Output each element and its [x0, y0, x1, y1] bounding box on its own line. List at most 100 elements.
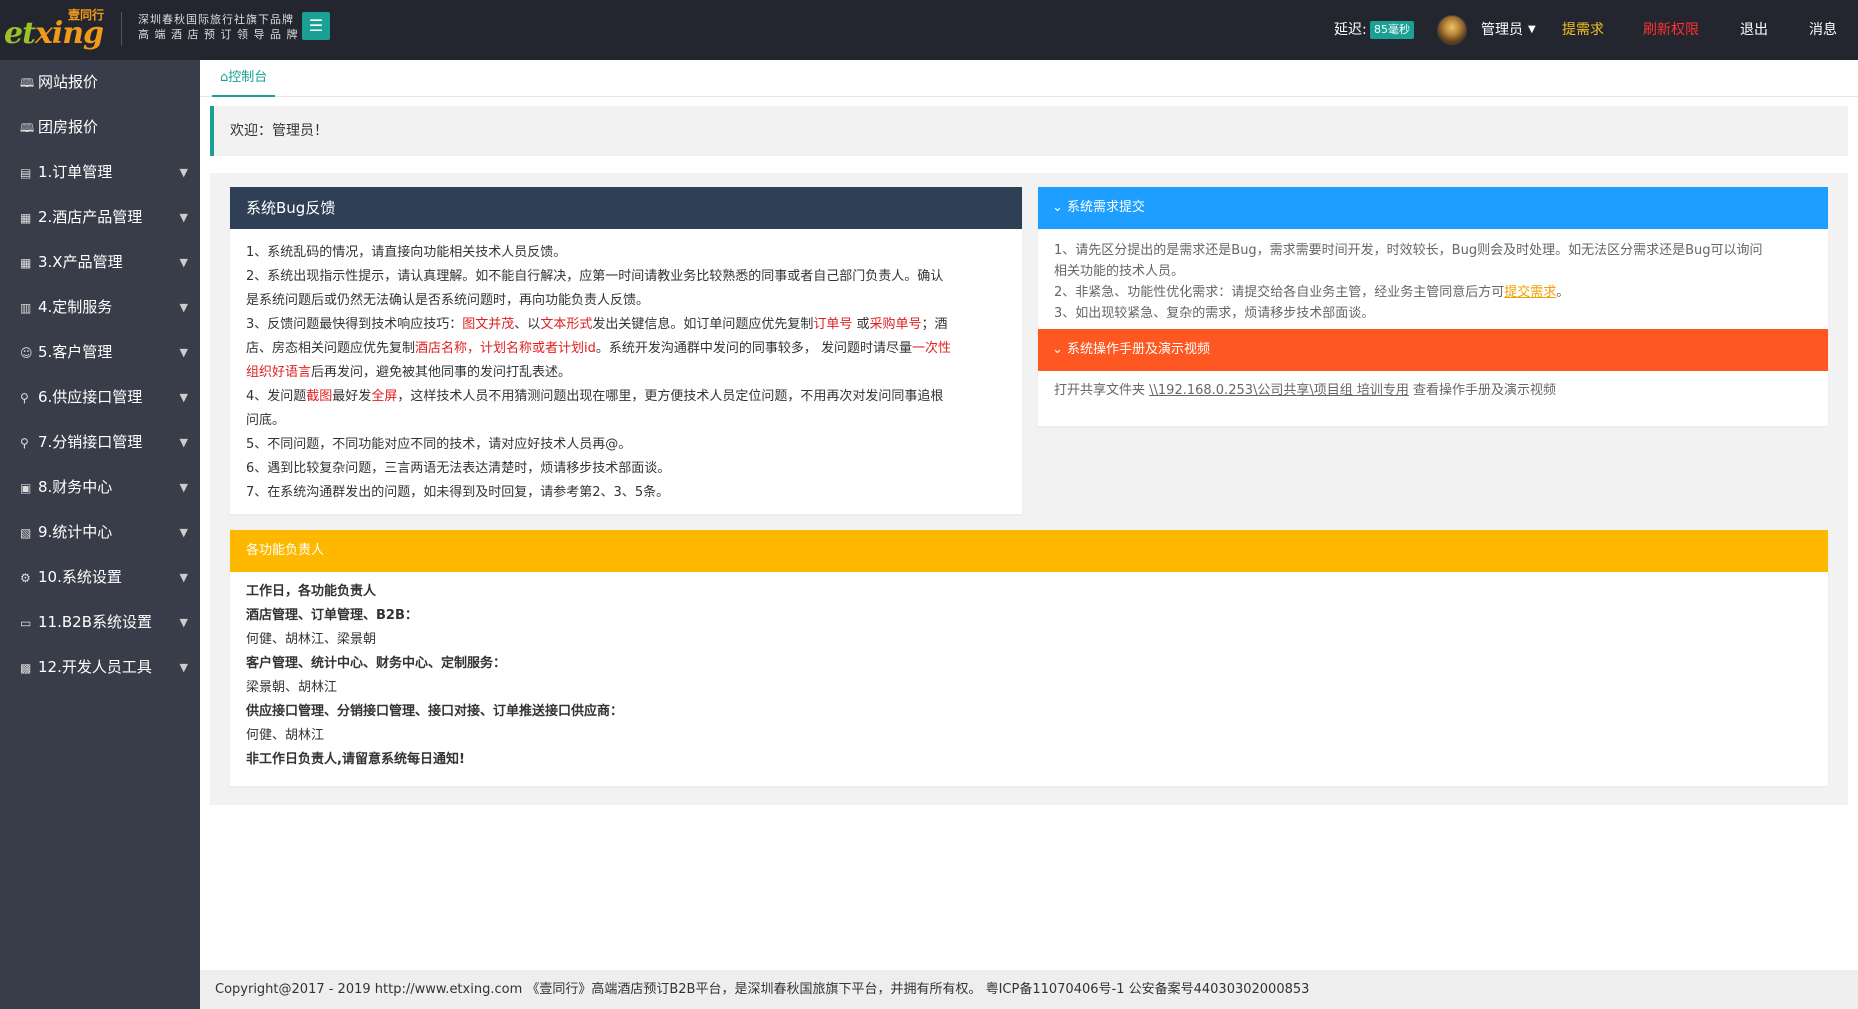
chevron-down-icon: ⌄ — [1052, 342, 1063, 357]
text-line: 客户管理、统计中心、财务中心、定制服务： — [246, 656, 507, 671]
card-body: 1、请先区分提出的是需求还是Bug，需求需要时间开发，时效较长，Bug则会及时处… — [1038, 229, 1828, 329]
book-icon: 🕮 — [20, 121, 35, 135]
caret-down-icon: ▼ — [179, 526, 188, 539]
text-line: 非工作日负责人,请留意系统每日通知! — [246, 752, 465, 767]
sidebar-item-label: 网站报价 — [38, 73, 99, 91]
manual-card-header[interactable]: ⌄ 系统操作手册及演示视频 — [1038, 329, 1828, 371]
logo-chinese-name: 壹同行 — [68, 8, 105, 22]
submit-request-inline-link[interactable]: 提交需求 — [1504, 285, 1556, 300]
card-body: 1、系统乱码的情况，请直接向功能相关技术人员反馈。 2、系统出现指示性提示，请认… — [230, 229, 1022, 517]
card-title: 系统需求提交 — [1067, 200, 1146, 215]
submit-request-link[interactable]: 提需求 — [1562, 0, 1604, 60]
shared-folder-path[interactable]: \\192.168.0.253\公司共享\项目组 培训专用 — [1149, 383, 1409, 398]
sidebar-item-x-product-management[interactable]: ▦ 3.X产品管理 ▼ — [0, 240, 200, 285]
chevron-down-icon: ⌄ — [1052, 200, 1063, 215]
text-line: 5、不同问题，不同功能对应不同的技术，请对应好技术人员再@。 — [246, 437, 632, 452]
text-line: 是系统问题后或仍然无法确认是否系统问题时，再向功能负责人反馈。 — [246, 293, 650, 308]
text-line: 3、如出现较紧急、复杂的需求，烦请移步技术部面谈。 — [1054, 306, 1375, 321]
caret-down-icon: ▼ — [179, 661, 188, 674]
text-line: 店、房态相关问题应优先复制酒店名称，计划名称或者计划id。系统开发沟通群中发问的… — [246, 341, 952, 356]
chart-icon: ▧ — [20, 526, 32, 540]
text-line: 问底。 — [246, 413, 286, 428]
text-line: 1、系统乱码的情况，请直接向功能相关技术人员反馈。 — [246, 245, 567, 260]
sidebar-item-website-quote[interactable]: 🕮 网站报价 — [0, 60, 200, 105]
requirement-card-header[interactable]: ⌄ 系统需求提交 — [1038, 187, 1828, 229]
sidebar-item-distribution-interface[interactable]: ⚲ 7.分销接口管理 ▼ — [0, 420, 200, 465]
sidebar-item-label: 12.开发人员工具 — [38, 658, 152, 676]
caret-down-icon: ▼ — [179, 391, 188, 404]
messages-link[interactable]: 消息 — [1809, 0, 1837, 60]
sidebar-item-label: 1.订单管理 — [38, 163, 113, 181]
sidebar-item-system-settings[interactable]: ⚙ 10.系统设置 ▼ — [0, 555, 200, 600]
caret-down-icon: ▼ — [179, 481, 188, 494]
avatar[interactable] — [1437, 15, 1467, 45]
card-title: 系统操作手册及演示视频 — [1067, 342, 1211, 357]
admin-user-menu[interactable]: 管理员 — [1481, 0, 1523, 60]
logo-divider — [121, 12, 122, 46]
sidebar-item-statistics-center[interactable]: ▧ 9.统计中心 ▼ — [0, 510, 200, 555]
document-icon: ▤ — [20, 166, 32, 180]
card-body: 打开共享文件夹 \\192.168.0.253\公司共享\项目组 培训专用 查看… — [1054, 383, 1557, 398]
text-line: 1、请先区分提出的是需求还是Bug，需求需要时间开发，时效较长，Bug则会及时处… — [1054, 243, 1763, 258]
sidebar-item-label: 6.供应接口管理 — [38, 388, 143, 406]
sidebar-item-label: 9.统计中心 — [38, 523, 113, 541]
text-line: 7、在系统沟通群发出的问题，如未得到及时回复，请参考第2、3、5条。 — [246, 485, 670, 500]
welcome-banner: 欢迎：管理员！ — [210, 106, 1848, 156]
responsible-persons-card: 各功能负责人 工作日，各功能负责人 酒店管理、订单管理、B2B： 何健、胡林江、… — [230, 530, 1828, 786]
sidebar-item-hotel-product-management[interactable]: ▦ 2.酒店产品管理 ▼ — [0, 195, 200, 240]
sidebar-item-label: 8.财务中心 — [38, 478, 113, 496]
cube-icon: ▦ — [20, 211, 32, 225]
sidebar-item-order-management[interactable]: ▤ 1.订单管理 ▼ — [0, 150, 200, 195]
latency-label: 延迟: — [1334, 22, 1367, 38]
sidebar-item-label: 3.X产品管理 — [38, 253, 123, 271]
caret-down-icon: ▼ — [179, 211, 188, 224]
sidebar-item-label: 11.B2B系统设置 — [38, 613, 152, 631]
users-icon: ☺ — [20, 346, 33, 360]
caret-down-icon: ▼ — [179, 571, 188, 584]
brand-tagline-line2: 高 端 酒 店 预 订 领 导 品 牌 — [138, 28, 299, 41]
sidebar-item-supply-interface[interactable]: ⚲ 6.供应接口管理 ▼ — [0, 375, 200, 420]
sidebar-item-customer-management[interactable]: ☺ 5.客户管理 ▼ — [0, 330, 200, 375]
caret-down-icon: ▼ — [179, 256, 188, 269]
text-line: 2、非紧急、功能性优化需求：请提交给各自业务主管，经业务主管同意后方可提交需求。 — [1054, 285, 1570, 300]
dashboard-panels: 系统Bug反馈 1、系统乱码的情况，请直接向功能相关技术人员反馈。 2、系统出现… — [210, 173, 1848, 805]
book-icon: 🕮 — [20, 76, 35, 90]
text-line: 4、发问题截图最好发全屏，这样技术人员不用猜测问题出现在哪里，更方便技术人员定位… — [246, 389, 944, 404]
requirement-card: ⌄ 系统需求提交 1、请先区分提出的是需求还是Bug，需求需要时间开发，时效较长… — [1038, 187, 1828, 426]
refresh-permissions-link[interactable]: 刷新权限 — [1643, 0, 1699, 60]
sidebar-item-developer-tools[interactable]: ▩ 12.开发人员工具 ▼ — [0, 645, 200, 690]
sidebar-item-label: 团房报价 — [38, 118, 99, 136]
text-line: 相关功能的技术人员。 — [1054, 264, 1185, 279]
tab-label: 控制台 — [228, 70, 268, 85]
gear-icon: ⚙ — [20, 571, 31, 585]
sidebar-item-label: 7.分销接口管理 — [38, 433, 143, 451]
text-line: 组织好语言后再发问，避免被其他同事的发问打乱表述。 — [246, 365, 572, 380]
finance-icon: ▣ — [20, 481, 32, 495]
menu-icon: ☰ — [308, 16, 324, 35]
sidebar-item-group-room-quote[interactable]: 🕮 团房报价 — [0, 105, 200, 150]
text-line: 2、系统出现指示性提示，请认真理解。如不能自行解决，应第一时间请教业务比较熟悉的… — [246, 269, 944, 284]
top-navbar: etxing 壹同行 深圳春秋国际旅行社旗下品牌 高 端 酒 店 预 订 领 导… — [0, 0, 1858, 60]
clipboard-icon: ▥ — [20, 301, 32, 315]
sidebar-item-b2b-settings[interactable]: ▭ 11.B2B系统设置 ▼ — [0, 600, 200, 645]
text-line: 何健、胡林江、梁景朝 — [246, 632, 377, 647]
card-body: 工作日，各功能负责人 酒店管理、订单管理、B2B： 何健、胡林江、梁景朝 客户管… — [230, 572, 1828, 784]
caret-down-icon: ▼ — [179, 166, 188, 179]
sidebar-item-label: 10.系统设置 — [38, 568, 122, 586]
brand-tagline-line1: 深圳春秋国际旅行社旗下品牌 — [138, 13, 294, 26]
logout-link[interactable]: 退出 — [1740, 0, 1768, 60]
caret-down-icon[interactable]: ▼ — [1528, 0, 1536, 60]
sidebar-item-custom-service[interactable]: ▥ 4.定制服务 ▼ — [0, 285, 200, 330]
card-title: 系统Bug反馈 — [230, 187, 1022, 229]
monitor-icon: ▭ — [20, 616, 32, 630]
etxing-logo[interactable]: etxing 壹同行 — [0, 2, 110, 58]
text-line: 6、遇到比较复杂问题，三言两语无法表达清楚时，烦请移步技术部面谈。 — [246, 461, 671, 476]
tools-icon: ▩ — [20, 661, 32, 675]
cube-icon: ▦ — [20, 256, 32, 270]
caret-down-icon: ▼ — [179, 346, 188, 359]
tab-dashboard[interactable]: ⌂控制台 — [212, 60, 276, 97]
sidebar-item-finance-center[interactable]: ▣ 8.财务中心 ▼ — [0, 465, 200, 510]
sidebar-toggle-button[interactable]: ☰ — [302, 12, 330, 40]
caret-down-icon: ▼ — [179, 436, 188, 449]
text-line: 酒店管理、订单管理、B2B： — [246, 608, 418, 623]
